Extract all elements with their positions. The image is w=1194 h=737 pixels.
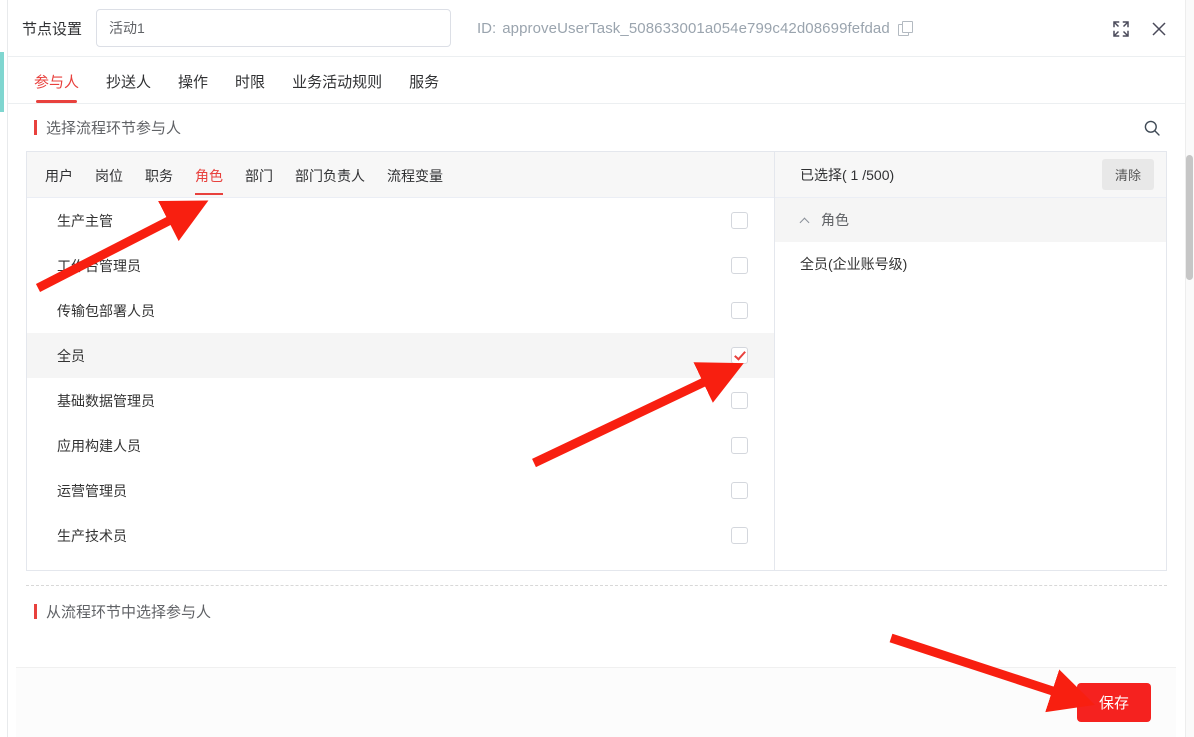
- tab-business-rules[interactable]: 业务活动规则: [292, 71, 382, 103]
- save-button[interactable]: 保存: [1076, 683, 1151, 722]
- node-settings-drawer: 节点设置 ID: approveUserTask_508633001a054e7…: [8, 0, 1185, 737]
- list-item[interactable]: 基础数据管理员: [27, 378, 774, 423]
- drawer-header: 节点设置 ID: approveUserTask_508633001a054e7…: [8, 0, 1185, 57]
- tab-cc[interactable]: 抄送人: [106, 71, 151, 103]
- chosen-count-label: 已选择( 1 /500): [800, 166, 895, 183]
- list-item[interactable]: 工作台管理员: [27, 243, 774, 288]
- tab-operations[interactable]: 操作: [178, 71, 208, 103]
- chevron-up-icon: [800, 217, 811, 224]
- expand-icon[interactable]: [1111, 19, 1131, 39]
- page-left-accent-strip: [0, 52, 4, 112]
- list-item-checkbox[interactable]: [731, 527, 748, 544]
- list-item[interactable]: 运营管理员: [27, 468, 774, 513]
- node-id-label: ID:: [477, 19, 497, 37]
- node-name-input[interactable]: [96, 9, 452, 47]
- tab-timelimit[interactable]: 时限: [235, 71, 265, 103]
- section-divider: [26, 585, 1167, 586]
- main-tab-bar: 参与人 抄送人 操作 时限 业务活动规则 服务: [8, 57, 1185, 104]
- list-item-checkbox[interactable]: [731, 482, 748, 499]
- node-id-value: approveUserTask_508633001a054e799c42d086…: [502, 19, 890, 37]
- tab-participants[interactable]: 参与人: [34, 71, 79, 103]
- chosen-item-label: 全员(企业账号级): [800, 256, 908, 272]
- source-tab-duty[interactable]: 职务: [145, 166, 173, 197]
- section-from-node-header: 从流程环节中选择参与人: [26, 588, 1167, 634]
- list-item[interactable]: 全员: [27, 333, 774, 378]
- tab-service[interactable]: 服务: [409, 71, 439, 103]
- source-tab-role[interactable]: 角色: [195, 166, 223, 197]
- drawer-footer: 保存: [16, 667, 1176, 737]
- chosen-header: 已选择( 1 /500) 清除: [775, 152, 1166, 198]
- list-item-label: 应用构建人员: [57, 437, 141, 454]
- source-tab-department-head[interactable]: 部门负责人: [295, 166, 365, 197]
- selector-source-pane: 用户 岗位 职务 角色 部门 部门负责人 流程变量 生产主管 工作台管理员 传输…: [27, 152, 775, 570]
- page-scrollbar[interactable]: [1185, 0, 1194, 737]
- list-item-label: 传输包部署人员: [57, 302, 155, 319]
- drawer-body: 选择流程环节参与人 用户 岗位 职务 角色 部门 部门负责人 流程变量 生产主管…: [8, 104, 1185, 634]
- selector-source-tabs: 用户 岗位 职务 角色 部门 部门负责人 流程变量: [27, 152, 774, 198]
- section-title: 从流程环节中选择参与人: [46, 603, 212, 621]
- source-tab-department[interactable]: 部门: [245, 166, 273, 197]
- list-item-label: 工作台管理员: [57, 257, 141, 274]
- section-accent-bar: [34, 120, 37, 135]
- chosen-item: 全员(企业账号级): [775, 242, 1166, 286]
- page-title: 节点设置: [22, 20, 83, 38]
- list-item-label: 全员: [57, 347, 85, 364]
- selector-chosen-pane: 已选择( 1 /500) 清除 角色 全员(企业账号级): [775, 152, 1166, 570]
- copy-icon[interactable]: [897, 20, 913, 36]
- node-id-block: ID: approveUserTask_508633001a054e799c42…: [477, 20, 913, 37]
- close-icon[interactable]: [1149, 19, 1169, 39]
- role-list: 生产主管 工作台管理员 传输包部署人员 全员 基础数据管理员 应用构建人员 运营…: [27, 198, 774, 570]
- list-item-checkbox[interactable]: [731, 347, 748, 364]
- section-accent-bar: [34, 603, 37, 619]
- list-item-label: 生产技术员: [57, 527, 127, 544]
- list-item-label: 基础数据管理员: [57, 392, 155, 409]
- header-actions: [1111, 0, 1169, 57]
- source-tab-process-variable[interactable]: 流程变量: [387, 166, 443, 197]
- list-item[interactable]: 生产主管: [27, 198, 774, 243]
- list-item-label: 生产主管: [57, 212, 113, 229]
- list-item-checkbox[interactable]: [731, 392, 748, 409]
- section-select-participants-header: 选择流程环节参与人: [26, 104, 1167, 151]
- source-tab-post[interactable]: 岗位: [95, 166, 123, 197]
- search-icon[interactable]: [1143, 119, 1161, 137]
- list-item[interactable]: 应用构建人员: [27, 423, 774, 468]
- list-item-checkbox[interactable]: [731, 257, 748, 274]
- chosen-group-header[interactable]: 角色: [775, 198, 1166, 242]
- list-item[interactable]: 门户模板管理员: [27, 558, 774, 570]
- participant-selector: 用户 岗位 职务 角色 部门 部门负责人 流程变量 生产主管 工作台管理员 传输…: [26, 151, 1167, 571]
- section-title: 选择流程环节参与人: [46, 120, 182, 137]
- list-item-checkbox[interactable]: [731, 437, 748, 454]
- list-item[interactable]: 生产技术员: [27, 513, 774, 558]
- list-item-label: 运营管理员: [57, 482, 127, 499]
- list-item-checkbox[interactable]: [731, 302, 748, 319]
- list-item[interactable]: 传输包部署人员: [27, 288, 774, 333]
- chosen-group-label: 角色: [821, 212, 849, 228]
- source-tab-user[interactable]: 用户: [45, 166, 73, 197]
- page-scrollbar-thumb[interactable]: [1186, 155, 1193, 280]
- clear-button[interactable]: 清除: [1101, 159, 1154, 190]
- list-item-checkbox[interactable]: [731, 212, 748, 229]
